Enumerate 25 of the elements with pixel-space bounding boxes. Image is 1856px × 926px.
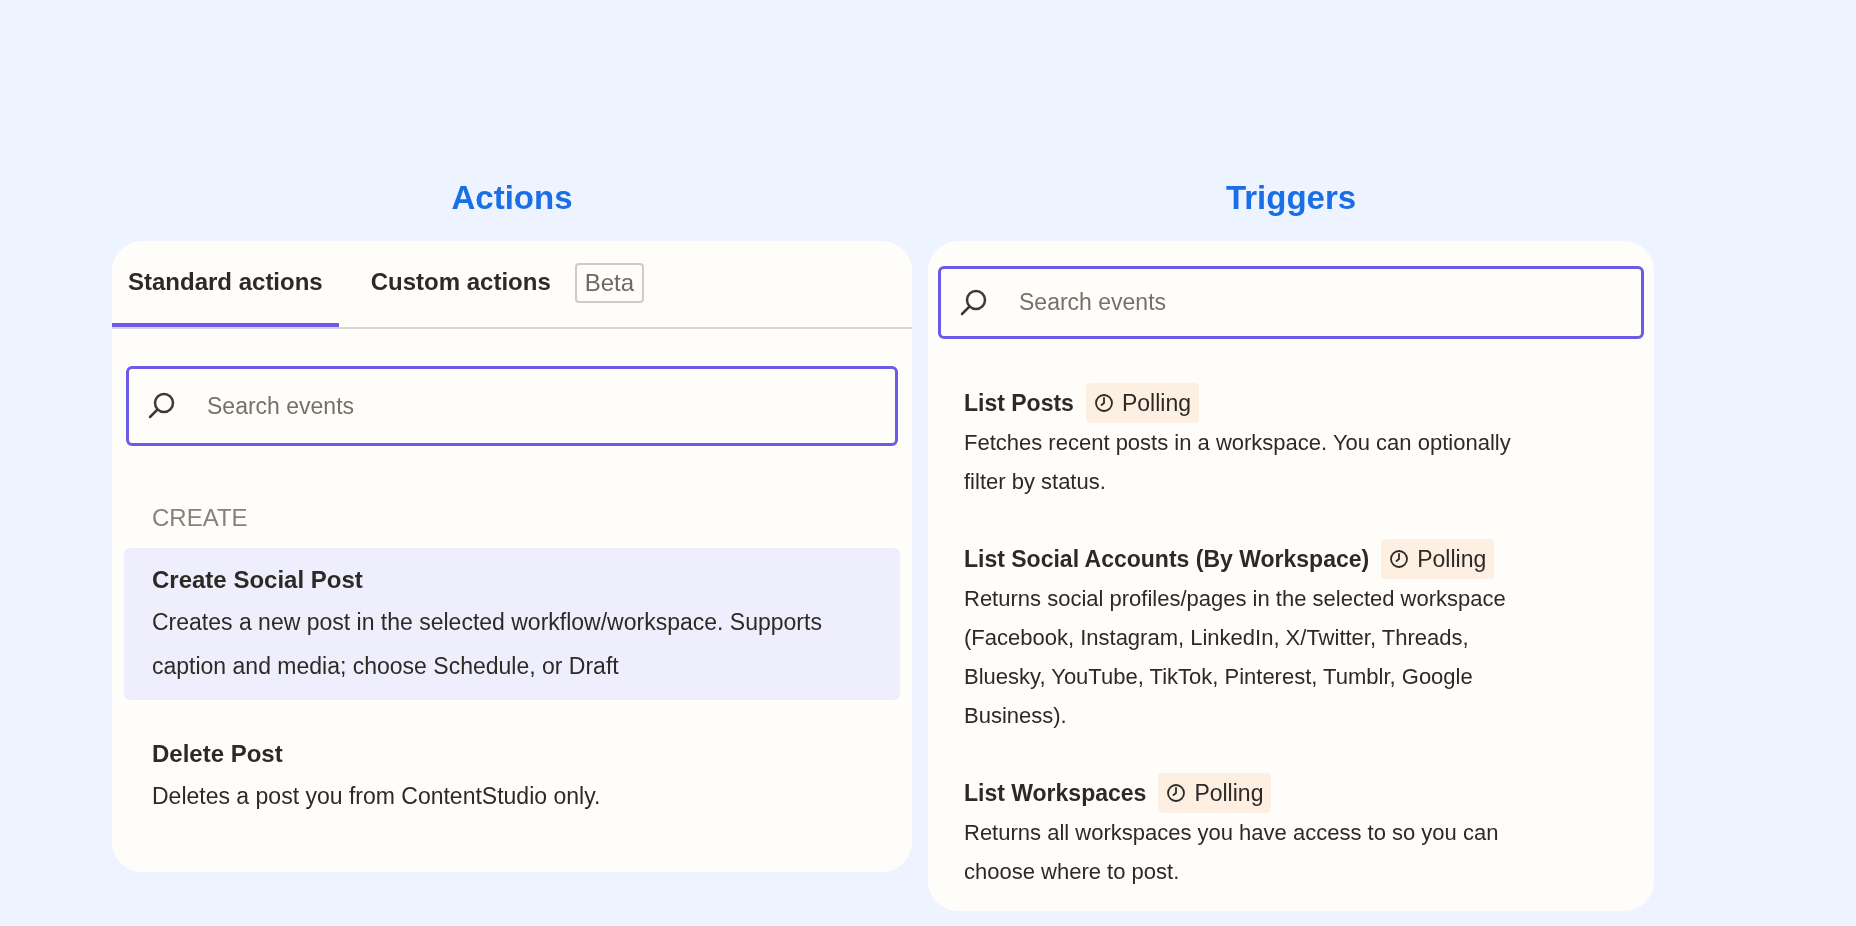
search-field[interactable]: Search events — [126, 366, 898, 446]
trigger-description: Returns social profiles/pages in the selected workspace (Facebook, Instagram, LinkedIn, X/Twitter, Threads, Bluesky, YouTube, TikTok, Pinterest, Tumblr, Google Business). — [964, 585, 1507, 730]
trigger-description: Returns all workspaces you have access to so you can choose where to post. — [964, 819, 1500, 886]
item-description: Creates a new post in the selected workflow/workspace. Supports caption and media; choose Schedule, or Draft — [152, 608, 823, 681]
tab[interactable]: Custom actions — [354, 241, 567, 327]
clock-icon — [1389, 549, 1410, 569]
item-description: Deletes a post you from ContentStudio only. — [152, 782, 602, 811]
item-title: Create Social Post — [152, 565, 364, 595]
tab[interactable]: Standard actions — [112, 241, 339, 327]
beta-badge: Beta — [574, 263, 645, 303]
section-title: Triggers — [1225, 178, 1357, 218]
search-field[interactable]: Search events — [938, 266, 1644, 339]
clock-icon — [1166, 783, 1187, 803]
section-title: Actions — [451, 178, 573, 218]
clock-icon — [1093, 393, 1114, 413]
action-item[interactable]: Create Social Post Creates a new post in the selected workflow/workspace. Supports caption and media; choose Schedule, or Draft — [124, 548, 900, 700]
badge-label: Polling — [1417, 544, 1487, 574]
trigger-description: Fetches recent posts in a workspace. You can optionally filter by status. — [964, 429, 1512, 496]
trigger-title: List Posts — [964, 389, 1074, 418]
trigger-title: List Workspaces — [964, 779, 1147, 808]
item-title: Delete Post — [152, 739, 284, 769]
section-heading: CREATE — [151, 503, 249, 533]
trigger-title: List Social Accounts (By Workspace) — [964, 545, 1370, 574]
badge-label: Polling — [1121, 388, 1191, 418]
badge-label: Polling — [1194, 778, 1264, 808]
